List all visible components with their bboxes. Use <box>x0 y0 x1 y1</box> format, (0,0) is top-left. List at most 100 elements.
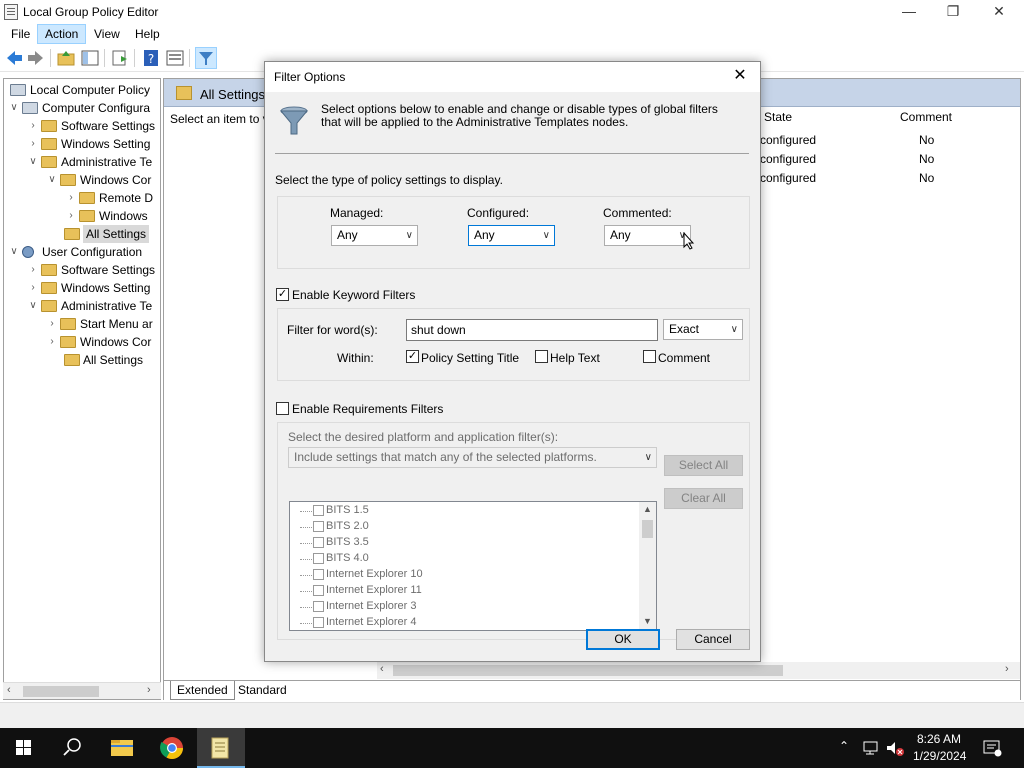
chevron-right-icon[interactable]: › <box>27 117 39 135</box>
chevron-down-icon[interactable]: ∨ <box>46 171 58 189</box>
help-text-label[interactable]: Help Text <box>550 351 600 365</box>
scroll-up-icon[interactable]: ▲ <box>643 504 652 514</box>
cancel-button[interactable]: Cancel <box>676 629 750 650</box>
chevron-down-icon: ∨ <box>730 324 738 335</box>
policy-setting-title-checkbox[interactable]: ✓ <box>406 350 419 363</box>
policy-setting-title-label[interactable]: Policy Setting Title <box>421 351 519 365</box>
platform-checkbox[interactable] <box>313 569 324 580</box>
chevron-down-icon[interactable]: ∨ <box>27 297 39 315</box>
managed-select[interactable]: Any ∨ <box>331 225 418 246</box>
action-center-icon[interactable] <box>982 738 1002 758</box>
tree-horizontal-scrollbar[interactable]: ‹ › <box>3 682 161 699</box>
folder-icon <box>60 336 76 348</box>
scroll-right-icon[interactable]: › <box>1005 663 1009 675</box>
minimize-button[interactable]: — <box>886 0 932 24</box>
platform-checkbox[interactable] <box>313 521 324 532</box>
enable-keyword-filters-checkbox[interactable]: ✓ <box>276 288 289 301</box>
network-icon[interactable] <box>862 739 880 757</box>
comment-label[interactable]: Comment <box>658 351 710 365</box>
platform-filter-label: Select the desired platform and applicat… <box>288 430 559 444</box>
console-tree[interactable]: Local Computer Policy ∨ Computer Configu… <box>3 78 161 700</box>
show-hidden-icons-icon[interactable]: ⌃ <box>839 739 849 753</box>
enable-requirements-filters-checkbox[interactable] <box>276 402 289 415</box>
platform-checkbox[interactable] <box>313 585 324 596</box>
menu-action[interactable]: Action <box>37 24 87 44</box>
platform-match-select[interactable]: Include settings that match any of the s… <box>288 447 657 468</box>
platform-checkbox[interactable] <box>313 553 324 564</box>
select-all-button[interactable]: Select All <box>664 455 743 476</box>
scroll-left-icon[interactable]: ‹ <box>380 663 384 675</box>
gpedit-app-icon <box>4 4 18 20</box>
scroll-down-icon[interactable]: ▼ <box>643 616 652 626</box>
clock-time[interactable]: 8:26 AM <box>917 732 961 746</box>
row-state[interactable]: configured <box>760 171 816 185</box>
platform-checkbox[interactable] <box>313 601 324 612</box>
chevron-right-icon[interactable]: › <box>65 207 77 225</box>
chevron-down-icon: ∨ <box>542 230 550 241</box>
forward-arrow-icon[interactable] <box>26 48 46 68</box>
divider <box>275 153 749 154</box>
row-state[interactable]: configured <box>760 133 816 147</box>
scrollbar-thumb[interactable] <box>23 686 99 697</box>
clear-all-button[interactable]: Clear All <box>664 488 743 509</box>
scrollbar-thumb[interactable] <box>393 665 783 676</box>
tab-extended[interactable]: Extended <box>170 681 235 700</box>
dialog-title-bar: Filter Options ✕ <box>265 62 760 92</box>
commented-select[interactable]: Any ∨ <box>604 225 691 246</box>
start-button[interactable] <box>0 728 48 768</box>
chevron-right-icon[interactable]: › <box>27 135 39 153</box>
chevron-right-icon[interactable]: › <box>46 333 58 351</box>
configured-select[interactable]: Any ∨ <box>468 225 555 246</box>
platform-checkbox[interactable] <box>313 617 324 628</box>
up-folder-icon[interactable] <box>56 48 76 68</box>
chevron-down-icon[interactable]: ∨ <box>8 243 20 261</box>
chevron-right-icon[interactable]: › <box>27 279 39 297</box>
dialog-close-icon[interactable]: ✕ <box>721 62 759 92</box>
match-type-select[interactable]: Exact ∨ <box>663 319 743 340</box>
details-horizontal-scrollbar[interactable]: ‹ › <box>377 662 1020 679</box>
folder-icon <box>60 174 76 186</box>
chrome-icon[interactable] <box>148 728 196 768</box>
menu-file[interactable]: File <box>4 24 37 44</box>
file-explorer-icon[interactable] <box>98 728 146 768</box>
menu-help[interactable]: Help <box>128 24 167 44</box>
filter-words-input[interactable]: shut down <box>406 319 658 341</box>
back-arrow-icon[interactable] <box>4 48 24 68</box>
enable-keyword-filters-label[interactable]: Enable Keyword Filters <box>292 288 415 302</box>
row-comment[interactable]: No <box>919 133 934 147</box>
chevron-down-icon[interactable]: ∨ <box>8 99 20 117</box>
restore-button[interactable]: ❐ <box>930 0 976 24</box>
search-icon[interactable] <box>48 728 96 768</box>
platform-checkbox[interactable] <box>313 537 324 548</box>
column-header-state[interactable]: State <box>764 110 792 124</box>
chevron-right-icon[interactable]: › <box>65 189 77 207</box>
chevron-down-icon[interactable]: ∨ <box>27 153 39 171</box>
scrollbar-thumb[interactable] <box>642 520 653 538</box>
menu-view[interactable]: View <box>87 24 127 44</box>
show-hide-tree-icon[interactable] <box>80 48 100 68</box>
column-header-comment[interactable]: Comment <box>900 110 952 124</box>
platform-checkbox[interactable] <box>313 505 324 516</box>
tab-standard[interactable]: Standard <box>232 681 293 700</box>
chevron-right-icon[interactable]: › <box>46 315 58 333</box>
platform-list-scrollbar[interactable]: ▲ ▼ <box>639 502 656 630</box>
platform-list[interactable]: BITS 1.5 BITS 2.0 BITS 3.5 BITS 4.0 Inte… <box>289 501 657 631</box>
export-list-icon[interactable] <box>110 48 130 68</box>
row-comment[interactable]: No <box>919 152 934 166</box>
scroll-left-icon[interactable]: ‹ <box>7 684 11 696</box>
clock-date[interactable]: 1/29/2024 <box>913 749 966 763</box>
row-state[interactable]: configured <box>760 152 816 166</box>
ok-button[interactable]: OK <box>586 629 660 650</box>
chevron-right-icon[interactable]: › <box>27 261 39 279</box>
properties-icon[interactable] <box>165 48 185 68</box>
help-text-checkbox[interactable] <box>535 350 548 363</box>
comment-checkbox[interactable] <box>643 350 656 363</box>
help-icon[interactable]: ? <box>141 48 161 68</box>
close-window-button[interactable]: ✕ <box>976 0 1022 24</box>
filter-icon[interactable] <box>195 47 217 69</box>
row-comment[interactable]: No <box>919 171 934 185</box>
enable-requirements-filters-label[interactable]: Enable Requirements Filters <box>292 402 443 416</box>
scroll-right-icon[interactable]: › <box>147 684 151 696</box>
gpedit-taskbar-icon[interactable] <box>197 728 245 768</box>
volume-muted-icon[interactable] <box>885 739 905 757</box>
